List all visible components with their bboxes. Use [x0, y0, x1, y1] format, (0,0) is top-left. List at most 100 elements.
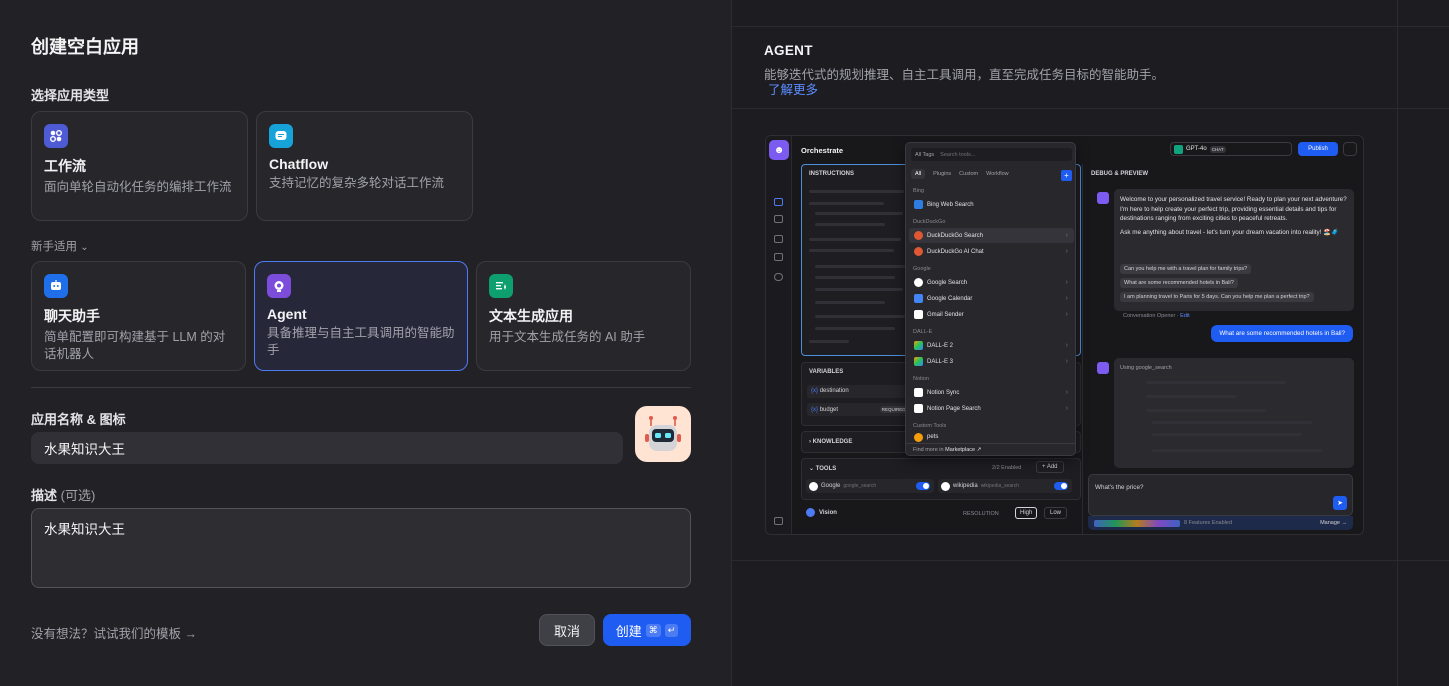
- wikipedia-icon: [941, 481, 950, 491]
- mock-tool-row: Google google_search: [806, 479, 934, 493]
- mock-all-tags: All Tags: [915, 151, 935, 158]
- mock-marketplace-text: Find more in: [913, 447, 944, 453]
- mock-model-name: GPT-4o: [1186, 146, 1207, 152]
- type-card-chatbot[interactable]: 聊天助手 简单配置即可构建基于 LLM 的对话机器人: [31, 261, 246, 371]
- mock-high-option: High: [1015, 507, 1038, 519]
- mock-tool-item: pets: [909, 432, 1074, 442]
- mock-tool-label: DuckDuckGo Search: [927, 232, 984, 239]
- card-title: 聊天助手: [44, 308, 100, 324]
- send-icon: ➤: [1333, 496, 1347, 510]
- mock-opener: Conversation Opener · Edit: [1123, 313, 1190, 319]
- mock-chat-input: What's the price? ➤: [1088, 474, 1353, 516]
- mock-line: [815, 327, 895, 330]
- cancel-button[interactable]: 取消: [539, 614, 595, 646]
- desc-optional: (可选): [60, 488, 96, 503]
- type-card-chatflow[interactable]: Chatflow 支持记忆的复杂多轮对话工作流: [256, 111, 473, 221]
- mock-nav-icon: [774, 235, 783, 243]
- mock-tool-row: wikipedia wikipedia_search: [938, 479, 1072, 493]
- gmail-icon: [914, 310, 923, 319]
- mock-group-label: Bing: [913, 188, 925, 194]
- mock-user-bubble: What are some recommended hotels in Bali…: [1211, 325, 1353, 342]
- mock-toggle: [1054, 482, 1068, 490]
- type-card-workflow[interactable]: 工作流 面向单轮自动化任务的编排工作流: [31, 111, 248, 221]
- robot-avatar-icon: [645, 416, 681, 451]
- mock-tool-label: DuckDuckGo AI Chat: [927, 248, 984, 255]
- enter-key-icon: ↵: [664, 623, 679, 637]
- learn-more-link[interactable]: 了解更多: [768, 79, 818, 98]
- mock-orchestrate-title: Orchestrate: [801, 146, 844, 155]
- mock-tool-item: DuckDuckGo Search ›: [909, 228, 1074, 243]
- app-name-input[interactable]: 水果知识大王: [31, 432, 623, 464]
- divider: [31, 387, 691, 388]
- mock-tools-text: TOOLS: [815, 466, 837, 472]
- mock-line: [815, 276, 895, 279]
- mock-line: [815, 212, 903, 215]
- chevron-right-icon: ›: [1065, 311, 1068, 318]
- mock-tool-id: google_search: [843, 483, 877, 489]
- mock-bot-avatar: [1097, 192, 1109, 204]
- chevron-right-icon: ›: [1065, 295, 1068, 302]
- card-title: 文本生成应用: [489, 308, 573, 324]
- card-title: Agent: [267, 306, 307, 322]
- chevron-right-icon: ›: [1065, 248, 1068, 255]
- mock-tab: Custom: [959, 171, 979, 177]
- mock-var-name: destination: [819, 388, 849, 394]
- mock-sidebar: ☻: [766, 136, 792, 534]
- mock-nav-icon: [774, 198, 783, 206]
- mock-plus-icon: +: [1061, 170, 1072, 181]
- mock-tool-item: Notion Page Search ›: [909, 401, 1074, 416]
- mock-var-row: {x} destination: [807, 385, 917, 398]
- mock-model-tag: CHAT: [1209, 145, 1226, 153]
- mock-line: [1152, 449, 1322, 452]
- chevron-right-icon: ›: [1065, 405, 1068, 412]
- mock-tool-label: DALL-E 3: [927, 358, 954, 365]
- mock-tool-label: pets: [927, 434, 939, 440]
- workflow-icon: [44, 124, 68, 148]
- mock-tool-item: DALL-E 3 ›: [909, 354, 1074, 369]
- newbie-toggle[interactable]: 新手适用 ⌄: [31, 238, 89, 254]
- mock-line: [1146, 395, 1236, 398]
- card-desc: 具备推理与自主工具调用的智能助手: [267, 326, 455, 357]
- mock-tab: Plugins: [933, 171, 952, 177]
- description-textarea[interactable]: 水果知识大王: [31, 508, 691, 588]
- mock-tab: All: [911, 169, 926, 179]
- cmd-key-icon: ⌘: [645, 623, 661, 637]
- mock-group-label: Google: [913, 266, 931, 272]
- app-icon-picker[interactable]: [635, 406, 691, 462]
- mock-var-name: budget: [819, 407, 839, 413]
- robot-logo-icon: ☻: [769, 140, 789, 160]
- type-card-text-generator[interactable]: 文本生成应用 用于文本生成任务的 AI 助手: [476, 261, 691, 371]
- create-app-panel: 创建空白应用 选择应用类型 工作流 面向单轮自动化任务的编排工作流 Chatfl…: [0, 0, 731, 686]
- mock-tool-label: Gmail Sender: [927, 311, 964, 318]
- google-icon: [809, 481, 818, 491]
- mock-vision-row: Vision: [806, 508, 837, 517]
- google-icon: [914, 278, 923, 287]
- mock-line: [815, 301, 885, 304]
- card-desc: 用于文本生成任务的 AI 助手: [489, 330, 646, 344]
- mock-group-label: Custom Tools: [913, 423, 947, 429]
- mock-model-selector: GPT-4o CHAT: [1170, 142, 1292, 156]
- mock-nav-icon: [774, 517, 783, 525]
- mock-welcome-text: Welcome to your personalized travel serv…: [1120, 196, 1347, 222]
- mock-tool-search: All Tags Search tools...: [911, 148, 1072, 161]
- mock-tools-label: ⌄ TOOLS: [809, 466, 837, 472]
- template-link[interactable]: 没有想法？试试我们的模板 →: [31, 623, 197, 642]
- mock-suggestions: Can you help me with a travel plan for f…: [1120, 264, 1314, 302]
- mock-line: [1152, 433, 1302, 436]
- mock-line: [809, 190, 904, 193]
- mock-tool-label: Notion Page Search: [927, 405, 981, 412]
- desc-label: 描述 (可选): [31, 485, 95, 504]
- mock-opener-text: Conversation Opener: [1123, 313, 1176, 319]
- template-link-text: 没有想法？试试我们的模板: [31, 627, 182, 641]
- mock-input-text: What's the price?: [1095, 484, 1144, 491]
- create-button[interactable]: 创建 ⌘ ↵: [603, 614, 691, 646]
- mock-group-label: DuckDuckGo: [913, 219, 946, 225]
- newbie-label: 新手适用: [31, 241, 77, 253]
- mock-tool-item: Google Search ›: [909, 275, 1074, 290]
- mock-low-option: Low: [1044, 507, 1068, 519]
- mock-line: [815, 288, 903, 291]
- feature-icons: [1094, 519, 1180, 527]
- mock-line: [1146, 409, 1266, 412]
- mock-suggestion: What are some recommended hotels in Bali…: [1120, 278, 1238, 288]
- type-card-agent[interactable]: Agent 具备推理与自主工具调用的智能助手: [254, 261, 468, 371]
